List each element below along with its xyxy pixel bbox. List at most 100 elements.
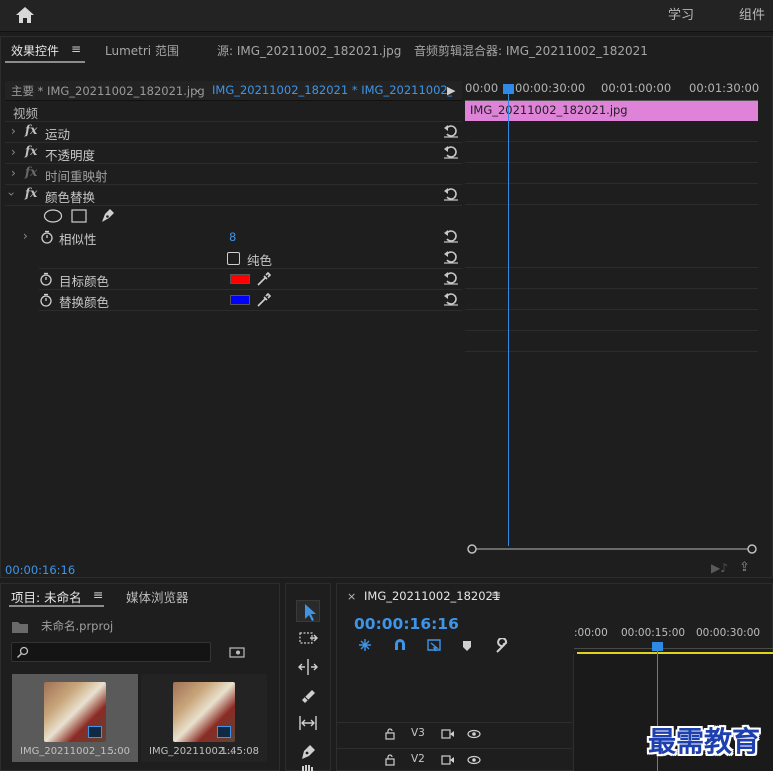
color-replace-label: 颜色替换 (45, 190, 96, 205)
reset-icon[interactable] (443, 123, 459, 139)
wrench-icon[interactable] (494, 638, 510, 654)
replace-color-swatch[interactable] (230, 295, 250, 305)
chevron-right-icon[interactable]: › (11, 145, 16, 159)
param-row-similarity[interactable]: › 相似性 8 (5, 227, 462, 248)
workspace-learn-tab[interactable]: 学习 (668, 4, 694, 23)
tab-sequence[interactable]: IMG_20211002_182021 (364, 589, 500, 603)
effect-controls-timeline[interactable]: 00:00 00:00:30:00 00:01:00:00 00:01:30:0… (465, 81, 759, 551)
effect-row-color-replace[interactable]: › fx 颜色替换 (4, 185, 462, 206)
project-item-image[interactable]: IMG_20211002_1... 5:00 (12, 674, 138, 762)
ripple-edit-tool[interactable] (296, 656, 320, 678)
solid-color-label: 纯色 (247, 253, 273, 268)
playhead-handle[interactable] (652, 642, 663, 651)
reset-icon[interactable] (443, 186, 459, 202)
panel-menu-icon[interactable]: ≡ (93, 587, 103, 602)
stopwatch-icon[interactable] (39, 272, 53, 286)
motion-label: 运动 (45, 127, 71, 142)
solid-color-checkbox[interactable] (227, 252, 240, 265)
reset-icon[interactable] (443, 144, 459, 160)
audio-loop-icon[interactable]: ▶♪ (711, 561, 728, 575)
close-icon[interactable]: × (347, 590, 356, 603)
lock-icon[interactable] (385, 728, 395, 740)
fx-icon[interactable]: fx (25, 186, 37, 200)
tools-panel (285, 583, 331, 771)
hand-icon (302, 765, 313, 771)
sequence-timecode[interactable]: 00:00:16:16 (354, 615, 459, 633)
ellipse-mask-icon[interactable] (43, 209, 63, 223)
reset-icon[interactable] (443, 291, 459, 307)
track-name: V3 (411, 727, 425, 739)
fx-icon[interactable]: fx (25, 123, 37, 137)
playhead-line[interactable] (508, 86, 509, 546)
eyedropper-icon[interactable] (256, 292, 272, 308)
chevron-right-icon[interactable]: › (11, 124, 16, 138)
workspace-assembly-tab[interactable]: 组件 (739, 4, 765, 23)
snap-magnet-icon[interactable] (392, 638, 408, 652)
effect-row-opacity[interactable]: › fx 不透明度 (5, 143, 462, 164)
timecode-label: 00:00:15:00 (621, 627, 686, 639)
slip-tool[interactable] (296, 712, 320, 734)
param-row-replace-color[interactable]: 替换颜色 (39, 290, 462, 311)
current-timecode[interactable]: 00:00:16:16 (5, 563, 75, 577)
linked-selection-icon[interactable] (426, 638, 442, 652)
sync-lock-icon[interactable] (441, 755, 455, 765)
chevron-down-icon[interactable]: › (4, 192, 18, 197)
hand-tool[interactable] (296, 762, 320, 771)
timeline-scrollbar[interactable] (467, 543, 757, 555)
item-duration: 5:00 (107, 746, 130, 757)
playhead-handle[interactable] (503, 84, 514, 94)
reset-icon[interactable] (443, 228, 459, 244)
chevron-right-icon[interactable]: › (23, 229, 28, 243)
rectangle-mask-icon[interactable] (71, 208, 87, 224)
mask-tools-row (5, 206, 462, 227)
lock-icon[interactable] (385, 754, 395, 766)
nest-toggle-icon[interactable] (357, 638, 373, 652)
selection-tool[interactable] (296, 600, 320, 622)
tab-source[interactable]: 源: IMG_20211002_182021.jpg (217, 42, 401, 59)
reset-icon[interactable] (443, 249, 459, 265)
param-row-solid-color[interactable]: 纯色 (39, 248, 462, 269)
video-heading-row: 视频 (5, 101, 462, 122)
master-clip-label[interactable]: 主要 * IMG_20211002_182021.jpg (11, 83, 205, 99)
panel-menu-icon[interactable]: ≡ (491, 588, 501, 602)
project-item-sequence[interactable]: IMG_20211002... 1:45:08 (141, 674, 267, 762)
sync-lock-icon[interactable] (441, 729, 455, 739)
target-color-swatch[interactable] (230, 274, 250, 284)
reset-icon[interactable] (443, 270, 459, 286)
similarity-label: 相似性 (59, 232, 97, 247)
stopwatch-icon[interactable] (40, 230, 54, 244)
razor-tool[interactable] (296, 684, 320, 706)
similarity-value[interactable]: 8 (229, 230, 236, 244)
eye-icon[interactable] (467, 729, 481, 739)
target-color-label: 目标颜色 (59, 274, 110, 289)
track-header-v3[interactable]: V3 (337, 722, 572, 744)
play-triangle-icon[interactable]: ▶ (447, 84, 455, 97)
tab-project[interactable]: 项目: 未命名 (11, 587, 82, 606)
eyedropper-icon[interactable] (256, 271, 272, 287)
tab-effect-controls[interactable]: 效果控件 (11, 42, 59, 59)
export-icon[interactable]: ⇪ (739, 560, 750, 575)
chevron-down-icon[interactable]: ⌄ (193, 82, 202, 95)
stopwatch-icon[interactable] (39, 293, 53, 307)
panel-menu-icon[interactable]: ≡ (71, 42, 81, 56)
track-select-tool[interactable] (296, 628, 320, 650)
fx-icon[interactable]: fx (25, 144, 37, 158)
add-marker-icon[interactable] (462, 640, 472, 652)
pen-tool[interactable] (296, 740, 320, 762)
eye-icon[interactable] (467, 755, 481, 765)
home-icon[interactable] (14, 5, 36, 25)
sequence-clip-label[interactable]: IMG_20211002_182021 * IMG_20211002_... (212, 83, 452, 97)
effect-row-motion[interactable]: › fx 运动 (5, 122, 462, 143)
search-input[interactable] (11, 642, 211, 662)
track-header-v2[interactable]: V2 (337, 748, 572, 770)
tab-media-browser[interactable]: 媒体浏览器 (126, 587, 189, 606)
fx-icon: fx (25, 165, 38, 179)
tab-lumetri-scopes[interactable]: Lumetri 范围 (105, 42, 179, 59)
effect-row-time-remap[interactable]: › fx 时间重映射 (5, 164, 462, 185)
new-bin-icon[interactable] (229, 646, 245, 658)
tab-audio-clip-mixer[interactable]: 音频剪辑混合器: IMG_20211002_182021 (414, 42, 648, 59)
chevron-right-icon[interactable]: › (11, 166, 16, 180)
pen-mask-icon[interactable] (99, 207, 115, 224)
param-row-target-color[interactable]: 目标颜色 (39, 269, 462, 290)
timecode-label: 00:00:30:00 (696, 627, 761, 639)
